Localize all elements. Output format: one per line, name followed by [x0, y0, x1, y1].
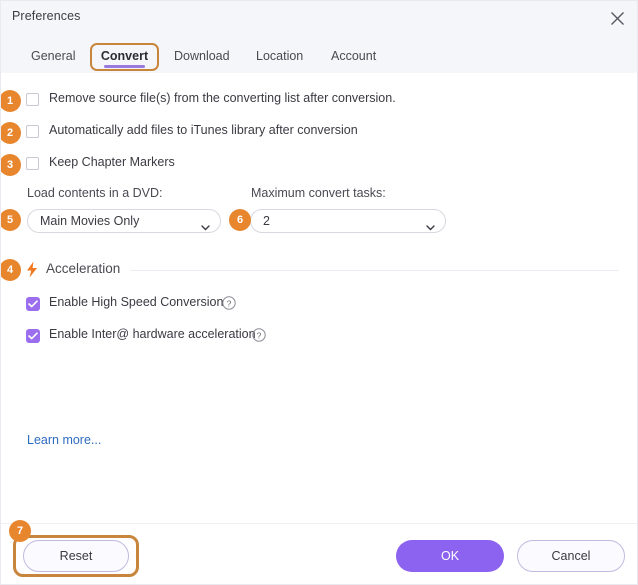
svg-text:?: ?	[257, 330, 262, 340]
chevron-down-icon	[201, 218, 210, 236]
select-max-tasks-value: 2	[263, 210, 270, 232]
tab-convert-underline	[104, 65, 145, 68]
help-icon[interactable]: ?	[252, 328, 266, 342]
tab-location[interactable]: Location	[256, 41, 303, 71]
callout-badge-7: 7	[9, 520, 31, 542]
learn-more-link[interactable]: Learn more...	[27, 433, 101, 447]
label-hardware-acceleration: Enable Inter@ hardware acceleration	[49, 327, 256, 341]
checkbox-high-speed-conversion[interactable]	[26, 297, 40, 311]
checkbox-hardware-acceleration[interactable]	[26, 329, 40, 343]
callout-badge-2: 2	[0, 122, 21, 144]
close-icon[interactable]	[603, 6, 631, 30]
acceleration-section-title: Acceleration	[46, 261, 120, 276]
label-load-dvd-contents: Load contents in a DVD:	[27, 186, 163, 200]
tab-account[interactable]: Account	[331, 41, 376, 71]
callout-badge-3: 3	[0, 154, 21, 176]
chevron-down-icon	[426, 218, 435, 236]
footer-separator	[1, 523, 638, 524]
reset-button[interactable]: Reset	[23, 540, 129, 572]
help-icon[interactable]: ?	[222, 296, 236, 310]
select-max-tasks[interactable]: 2	[250, 209, 446, 233]
section-divider	[130, 270, 619, 271]
label-chapter-markers: Keep Chapter Markers	[49, 155, 175, 169]
checkbox-remove-source[interactable]	[26, 93, 39, 106]
tab-convert-highlight: Convert	[90, 43, 159, 71]
svg-text:?: ?	[227, 298, 232, 308]
checkbox-chapter-markers[interactable]	[26, 157, 39, 170]
callout-badge-1: 1	[0, 90, 21, 112]
preferences-window: Preferences General Download Location Ac…	[0, 0, 638, 585]
label-itunes-library: Automatically add files to iTunes librar…	[49, 123, 358, 137]
tab-download[interactable]: Download	[174, 41, 230, 71]
tab-general[interactable]: General	[31, 41, 75, 71]
callout-badge-5: 5	[0, 209, 21, 231]
cancel-button[interactable]: Cancel	[517, 540, 625, 572]
checkbox-itunes-library[interactable]	[26, 125, 39, 138]
ok-button[interactable]: OK	[396, 540, 504, 572]
select-dvd-contents[interactable]: Main Movies Only	[27, 209, 221, 233]
callout-badge-4: 4	[0, 259, 21, 281]
callout-badge-6: 6	[229, 209, 251, 231]
select-dvd-contents-value: Main Movies Only	[40, 210, 139, 232]
label-max-convert-tasks: Maximum convert tasks:	[251, 186, 386, 200]
label-high-speed-conversion: Enable High Speed Conversion	[49, 295, 223, 309]
lightning-bolt-icon	[24, 261, 40, 283]
window-title: Preferences	[12, 9, 81, 23]
label-remove-source: Remove source file(s) from the convertin…	[49, 91, 396, 105]
convert-settings-panel: 1 Remove source file(s) from the convert…	[1, 73, 638, 523]
